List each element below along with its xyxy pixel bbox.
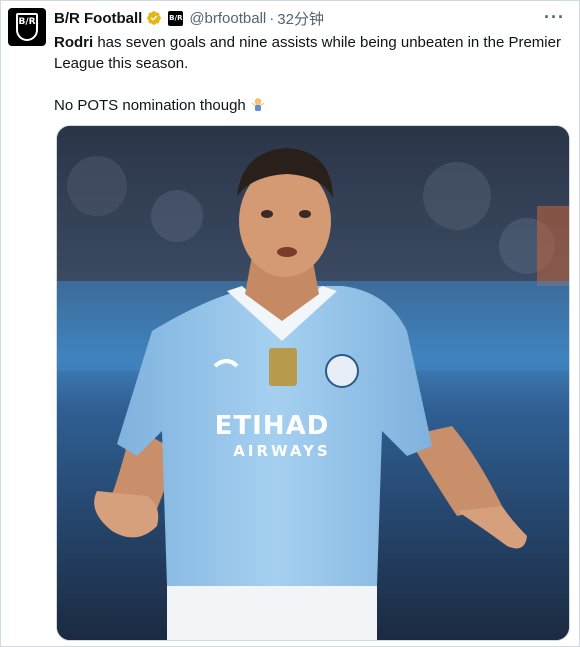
tweet-header: B/R Football B/R @brfootball · 32分钟 <box>54 7 324 29</box>
tweet-line-2-text: No POTS nomination though <box>54 97 246 114</box>
author-name[interactable]: B/R Football <box>54 10 142 27</box>
verified-gold-badge-icon <box>147 11 162 25</box>
separator-dot: · <box>269 9 275 27</box>
affiliate-badge-icon[interactable]: B/R <box>168 10 184 26</box>
shrug-emoji-icon <box>251 98 265 111</box>
player-photo: ETIHAD AIRWAYS <box>57 126 569 640</box>
tweet-media-image[interactable]: ETIHAD AIRWAYS <box>56 125 570 641</box>
bleacher-report-logo-icon: B/R <box>16 13 38 41</box>
tweet-line-1-text: has seven goals and nine assists while b… <box>54 34 561 72</box>
timestamp[interactable]: 32分钟 <box>277 8 324 29</box>
shirt-sponsor-top: ETIHAD <box>215 411 330 441</box>
author-handle[interactable]: @brfootball <box>189 10 266 27</box>
mention-name: Rodri <box>54 34 94 51</box>
tweet-text: Rodri has seven goals and nine assists w… <box>54 32 574 116</box>
tweet-line-2: No POTS nomination though <box>54 95 574 116</box>
tweet-line-1: Rodri has seven goals and nine assists w… <box>54 32 574 74</box>
avatar[interactable]: B/R <box>8 8 46 46</box>
more-options-icon[interactable]: ··· <box>544 7 565 28</box>
shirt-sponsor-bottom: AIRWAYS <box>233 442 330 460</box>
tweet-card[interactable]: B/R B/R Football B/R @brfootball · 32分钟 … <box>0 0 580 647</box>
